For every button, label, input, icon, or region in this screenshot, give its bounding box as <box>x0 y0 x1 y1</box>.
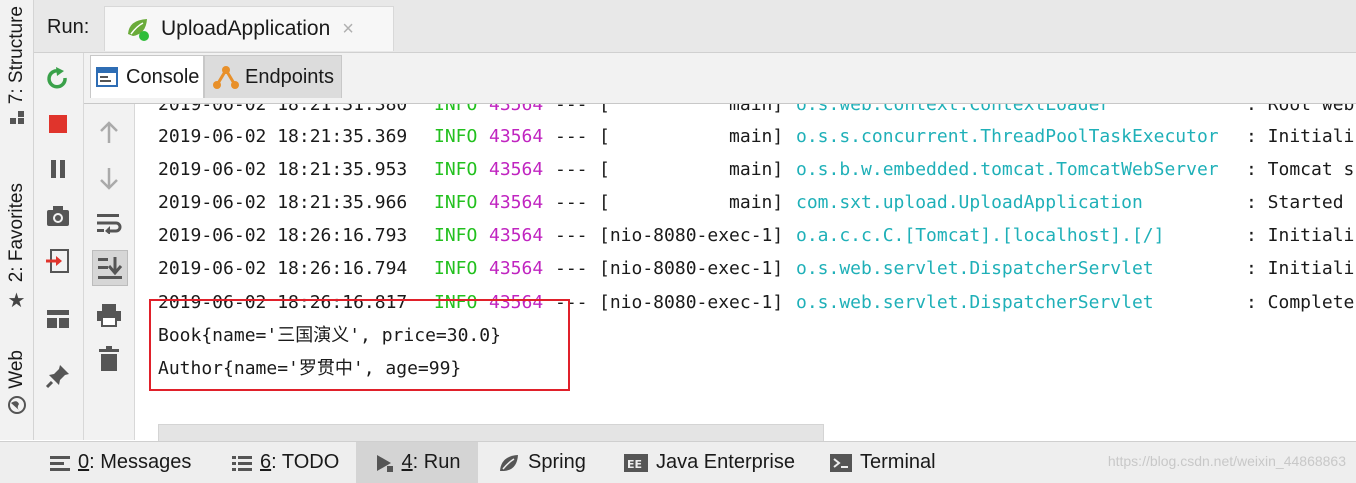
trash-icon[interactable] <box>92 342 126 376</box>
tab-endpoints[interactable]: Endpoints <box>204 55 342 98</box>
tab-run-key: 4 <box>401 451 413 473</box>
scroll-to-end-icon[interactable] <box>92 250 128 286</box>
tab-messages-key: 0 <box>78 451 90 473</box>
horizontal-scrollbar[interactable] <box>158 424 824 442</box>
arrow-down-icon[interactable] <box>92 161 126 195</box>
run-label: Run: <box>47 16 90 38</box>
close-icon[interactable]: × <box>342 18 354 41</box>
left-tool-sidebar: 7: Structure 2: Favorites ★ Web <box>0 0 34 440</box>
tab-terminal[interactable]: Terminal <box>830 442 960 483</box>
log-line: 2019-06-02 18:21:31.380 INFO 43564 --- [… <box>158 104 1355 115</box>
highlight-box <box>149 299 570 391</box>
camera-icon[interactable] <box>42 200 74 232</box>
structure-tab[interactable]: 7: Structure <box>0 6 33 131</box>
stop-icon[interactable] <box>42 108 74 140</box>
tab-spring[interactable]: Spring <box>498 442 598 483</box>
run-icon <box>374 453 394 473</box>
java-enterprise-icon: EE <box>624 453 648 472</box>
spring-boot-icon <box>125 16 151 42</box>
tab-java-enterprise-label: Java Enterprise <box>656 451 795 473</box>
tab-java-enterprise[interactable]: EE Java Enterprise <box>624 442 804 483</box>
log-line: 2019-06-02 18:21:35.953 INFO 43564 --- [… <box>158 159 1355 180</box>
tab-run-label: : Run <box>412 451 461 473</box>
rerun-icon[interactable] <box>42 63 74 95</box>
structure-icon <box>9 110 25 131</box>
log-line: 2019-06-02 18:21:35.369 INFO 43564 --- [… <box>158 126 1355 147</box>
tab-console[interactable]: Console <box>90 55 204 98</box>
run-toolwindow-header: Run: UploadApplication × <box>34 0 1356 53</box>
console-toolbar <box>84 104 135 440</box>
tab-console-label: Console <box>126 65 200 88</box>
favorites-tab[interactable]: 2: Favorites ★ <box>0 183 33 313</box>
run-config-tab[interactable]: UploadApplication × <box>104 6 394 51</box>
console-subtabs: Console Endpoints <box>84 53 1356 104</box>
tab-messages[interactable]: 0: Messages <box>50 442 210 483</box>
tab-todo-label: : TODO <box>271 451 340 473</box>
endpoints-icon <box>213 65 239 89</box>
watermark: https://blog.csdn.net/weixin_44868863 <box>1107 453 1346 469</box>
print-icon[interactable] <box>92 298 126 332</box>
web-tab-label: Web <box>5 350 27 389</box>
structure-tab-label: 7: Structure <box>5 6 27 105</box>
log-line: 2019-06-02 18:26:16.793 INFO 43564 --- [… <box>158 225 1355 246</box>
tab-run[interactable]: 4: Run <box>356 442 478 483</box>
tab-todo[interactable]: 6: TODO <box>232 442 352 483</box>
run-actions-toolbar <box>34 53 84 440</box>
log-line: 2019-06-02 18:26:16.794 INFO 43564 --- [… <box>158 258 1355 279</box>
tab-endpoints-label: Endpoints <box>245 65 334 88</box>
web-tab[interactable]: Web <box>0 350 33 420</box>
favorites-tab-label: 2: Favorites <box>5 183 27 283</box>
pause-icon[interactable] <box>42 153 74 185</box>
messages-icon <box>50 455 70 471</box>
arrow-up-icon[interactable] <box>92 116 126 150</box>
login-icon[interactable] <box>42 245 74 277</box>
tab-spring-label: Spring <box>528 451 586 473</box>
todo-icon <box>232 455 252 471</box>
soft-wrap-icon[interactable] <box>92 206 126 240</box>
pin-icon[interactable] <box>42 360 74 392</box>
layout-icon[interactable] <box>42 303 74 335</box>
run-config-name: UploadApplication <box>161 17 331 40</box>
log-line: 2019-06-02 18:21:35.966 INFO 43564 --- [… <box>158 192 1344 213</box>
terminal-icon <box>830 453 852 472</box>
console-icon <box>96 67 118 87</box>
tab-messages-label: : Messages <box>89 451 192 473</box>
svg-text:EE: EE <box>627 458 642 471</box>
star-icon: ★ <box>7 290 26 313</box>
spring-leaf-icon <box>498 453 520 473</box>
tab-todo-key: 6 <box>260 451 272 473</box>
tab-terminal-label: Terminal <box>860 451 936 473</box>
globe-icon <box>7 395 27 420</box>
